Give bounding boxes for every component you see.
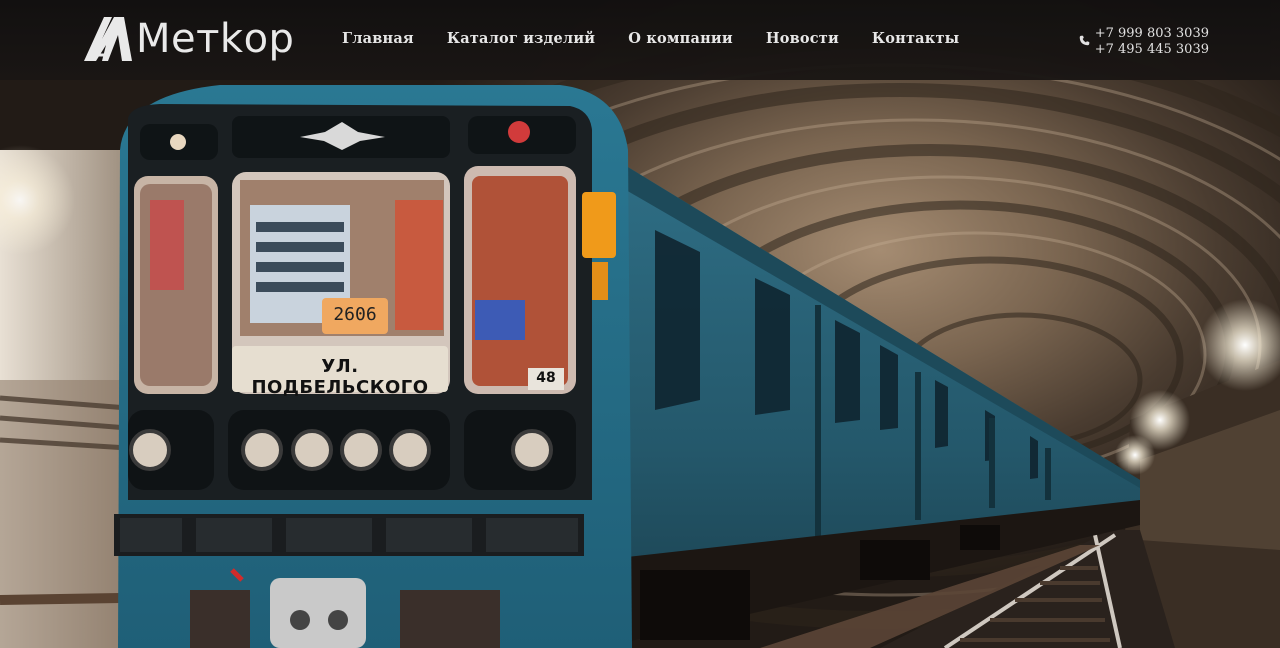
contact-phones: +7 999 803 3039 +7 495 445 3039 [1079,26,1209,58]
site-header: Метkор Главная Каталог изделий О компани… [0,0,1280,80]
nav-item-about[interactable]: О компании [628,30,733,47]
hero-illustration [0,31,1280,648]
hero-banner: УЛ. ПОДБЕЛЬСКОГО 2606 48 [0,0,1280,648]
logo-link[interactable]: Метkор [82,10,294,68]
phone-icon [1079,35,1089,46]
logo-icon [84,17,132,61]
nav-item-contacts[interactable]: Контакты [872,30,959,47]
nav-item-catalog[interactable]: Каталог изделий [447,30,595,47]
train-code: 48 [536,370,556,386]
nav-item-news[interactable]: Новости [766,30,839,47]
phone-number-2[interactable]: +7 495 445 3039 [1095,42,1209,58]
route-sign: УЛ. ПОДБЕЛЬСКОГО [251,356,429,398]
logo-text: Метkор [136,16,295,62]
car-number-plate: 2606 [333,304,377,325]
main-nav: Главная Каталог изделий О компании Новос… [342,30,992,47]
nav-item-home[interactable]: Главная [342,30,414,47]
phone-number-1[interactable]: +7 999 803 3039 [1095,26,1209,42]
